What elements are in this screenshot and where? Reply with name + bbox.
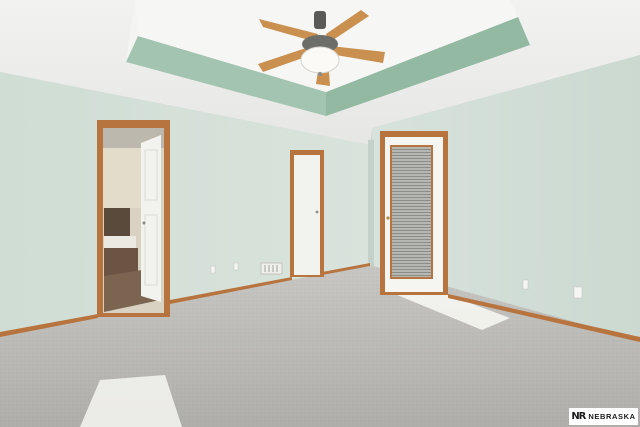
bathroom-door[interactable] [141,135,161,302]
door-knob[interactable] [142,221,146,225]
outlet-2 [233,262,239,271]
bathroom-tile [104,208,130,238]
outlet-4 [573,286,583,299]
closet-door-knob[interactable] [315,210,319,214]
room-illustration [0,0,640,427]
outlet-1 [210,265,216,274]
closet-door[interactable] [294,155,320,275]
fan-light [300,46,340,74]
bedroom-photo: NR NEBRASKA [0,0,640,427]
watermark-text: NEBRASKA [588,412,636,421]
bathtub [104,236,136,248]
bathroom-wall [103,148,141,208]
outlet-3 [522,279,529,290]
watermark: NR NEBRASKA [569,408,638,425]
watermark-logo: NR [571,411,586,422]
corner-shadow [368,140,374,275]
patio-door-handle[interactable] [386,216,390,220]
floor-vent [260,262,283,275]
